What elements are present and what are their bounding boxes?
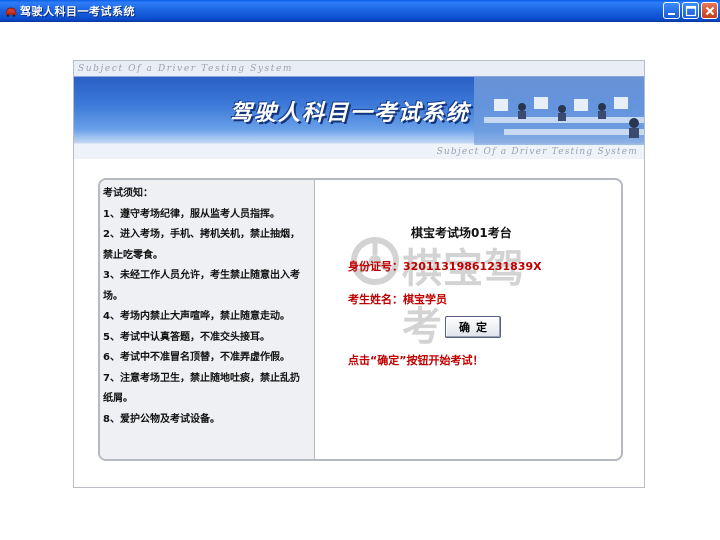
notice-line: 4、考场内禁止大声喧哗，禁止随意走动。 [103, 311, 290, 322]
confirm-button[interactable]: 确定 [445, 316, 501, 338]
banner-title: 驾驶人科目一考试系统 [230, 100, 471, 126]
candidate-info: 棋宝驾考 棋宝考试场01考台 身份证号：32011319861231839X 考… [315, 180, 621, 459]
car-icon [5, 7, 17, 17]
id-number-value: 32011319861231839X [403, 260, 542, 273]
title-bar[interactable]: 驾驶人科目一考试系统 [0, 0, 720, 22]
system-banner: Subject Of a Driver Testing System 驾驶人科目… [74, 61, 644, 159]
maximize-icon [685, 5, 697, 17]
notice-line: 1、遵守考场纪律，服从监考人员指挥。 [103, 208, 280, 220]
notice-line: 7、注意考场卫生，禁止随地吐痰，禁止乱扔 [103, 372, 300, 384]
candidate-name-value: 棋宝学员 [403, 293, 447, 306]
notice-line: 场。 [103, 290, 123, 302]
notice-line: 5、考试中认真答题，不准交头接耳。 [103, 331, 270, 343]
close-icon [705, 6, 715, 16]
minimize-icon [668, 13, 675, 15]
exam-window-content: Subject Of a Driver Testing System 驾驶人科目… [73, 60, 645, 488]
notice-heading: 考试须知： [103, 188, 153, 199]
exam-venue: 棋宝考试场01考台 [411, 226, 512, 240]
maximize-button[interactable] [682, 2, 699, 19]
id-number-row: 身份证号：32011319861231839X [348, 258, 542, 274]
notice-line: 禁止吃零食。 [103, 249, 163, 261]
notice-line: 2、进入考场，手机、拷机关机，禁止抽烟， [103, 229, 300, 240]
start-hint: 点击“确定”按钮开始考试！ [348, 354, 484, 367]
notice-line: 纸屑。 [103, 393, 133, 404]
close-button[interactable] [701, 2, 718, 19]
exam-notice: 考试须知： 1、遵守考场纪律，服从监考人员指挥。 2、进入考场，手机、拷机关机，… [100, 180, 315, 459]
exam-room-image [474, 77, 644, 145]
notice-line: 3、未经工作人员允许，考生禁止随意出入考 [103, 270, 300, 281]
exam-panel: 考试须知： 1、遵守考场纪律，服从监考人员指挥。 2、进入考场，手机、拷机关机，… [98, 178, 623, 461]
notice-line: 6、考试中不准冒名顶替，不准弄虚作假。 [103, 352, 290, 363]
notice-line: 8、爱护公物及考试设备。 [103, 413, 220, 425]
id-number-label: 身份证号： [348, 260, 403, 273]
candidate-name-row: 考生姓名：棋宝学员 [348, 291, 447, 307]
minimize-button[interactable] [663, 2, 680, 19]
banner-subtitle-top: Subject Of a Driver Testing System [78, 64, 294, 74]
banner-subtitle-bottom: Subject Of a Driver Testing System [436, 147, 638, 157]
candidate-name-label: 考生姓名： [348, 293, 403, 306]
window-title: 驾驶人科目一考试系统 [20, 5, 135, 18]
